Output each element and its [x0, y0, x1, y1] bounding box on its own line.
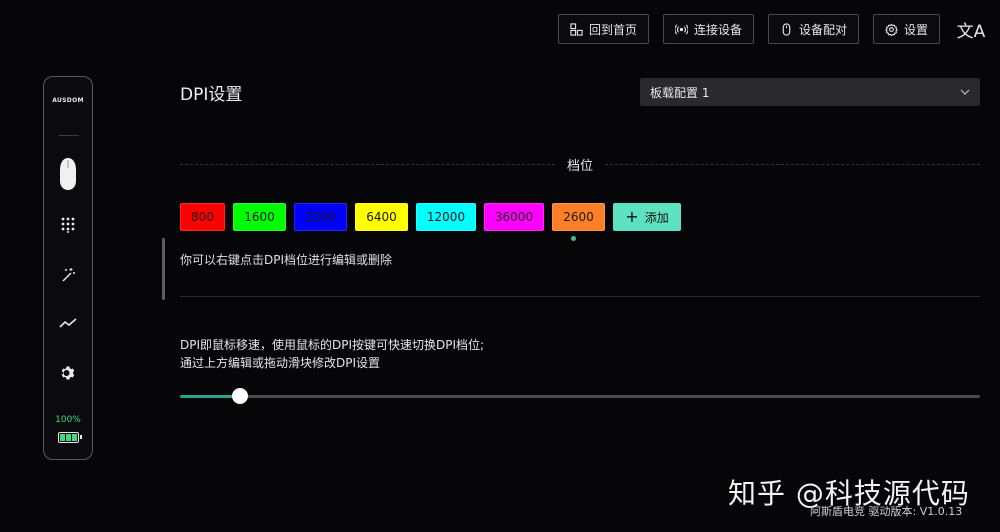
sidebar-item-lighting[interactable]: [44, 267, 92, 283]
dpi-level-chip[interactable]: 3200: [294, 203, 347, 231]
pair-label: 设备配对: [798, 22, 847, 37]
plus-icon: +: [625, 207, 639, 226]
active-level-indicator: [571, 236, 576, 241]
signal-icon: [674, 23, 688, 35]
home-button[interactable]: 回到首页: [557, 14, 649, 44]
home-label: 回到首页: [588, 22, 637, 37]
dpi-level-chip[interactable]: 1600: [233, 203, 286, 231]
sidebar-item-settings[interactable]: [44, 365, 92, 381]
dpi-level-chip[interactable]: 12000: [416, 203, 476, 231]
dpi-level-chip[interactable]: 36000: [484, 203, 544, 231]
sidebar-divider: [59, 135, 79, 136]
settings-gear-icon: [885, 23, 898, 36]
chevron-down-icon: [960, 89, 970, 95]
page-title: DPI设置: [180, 85, 243, 105]
translate-icon[interactable]: 文A: [956, 14, 986, 44]
settings-label: 设置: [903, 22, 928, 37]
section-divider: 档位: [180, 154, 981, 174]
divider: [180, 296, 980, 297]
device-pair-button[interactable]: 设备配对: [767, 14, 859, 44]
dpi-slider[interactable]: [180, 388, 980, 404]
scrollbar[interactable]: [162, 238, 165, 300]
mouse-outline-icon: [782, 22, 791, 36]
sidebar-item-mouse[interactable]: [44, 157, 92, 191]
gear-icon: [61, 366, 75, 380]
edit-hint: 你可以右键点击DPI档位进行编辑或删除: [180, 253, 393, 267]
top-nav: 回到首页 连接设备 设备配对 设置 文A: [557, 14, 986, 44]
trend-line-icon: [59, 318, 77, 328]
dpi-level-list: 800 1600 3200 6400 12000 36000 2600 + 添加: [180, 203, 681, 231]
add-label: 添加: [644, 210, 669, 225]
battery-percent: 100%: [55, 415, 81, 425]
connect-device-button[interactable]: 连接设备: [662, 14, 754, 44]
mouse-icon: [60, 158, 76, 190]
settings-button[interactable]: 设置: [872, 14, 940, 44]
keypad-grid-icon: [61, 217, 75, 233]
sidebar-item-keys[interactable]: [44, 217, 92, 233]
brand-logo: AUSDOM: [52, 97, 84, 104]
add-dpi-level-button[interactable]: + 添加: [613, 203, 681, 231]
dpi-level-chip[interactable]: 6400: [355, 203, 408, 231]
magic-wand-icon: [62, 268, 75, 282]
dpi-level-chip[interactable]: 2600: [552, 203, 605, 231]
profile-select[interactable]: 板载配置 1: [640, 78, 980, 106]
dpi-slider-handle[interactable]: [232, 388, 248, 404]
profile-select-value: 板载配置 1: [650, 85, 710, 100]
battery-icon: [58, 432, 82, 443]
version-label: 阿斯盾电竞 驱动版本: V1.0.13: [810, 505, 963, 518]
section-label: 档位: [567, 158, 594, 174]
sidebar: AUSDOM 100%: [43, 76, 93, 460]
dpi-slider-fill: [180, 395, 240, 398]
dpi-level-chip[interactable]: 800: [180, 203, 225, 231]
sidebar-item-performance[interactable]: [44, 317, 92, 329]
dpi-description-line: 通过上方编辑或拖动滑块修改DPI设置: [180, 356, 381, 370]
dpi-description-line: DPI即鼠标移速，使用鼠标的DPI按键可快速切换DPI档位;: [180, 338, 485, 352]
connect-label: 连接设备: [693, 22, 742, 37]
dpi-description: DPI即鼠标移速，使用鼠标的DPI按键可快速切换DPI档位; 通过上方编辑或拖动…: [180, 336, 484, 372]
home-icon: [570, 22, 583, 36]
